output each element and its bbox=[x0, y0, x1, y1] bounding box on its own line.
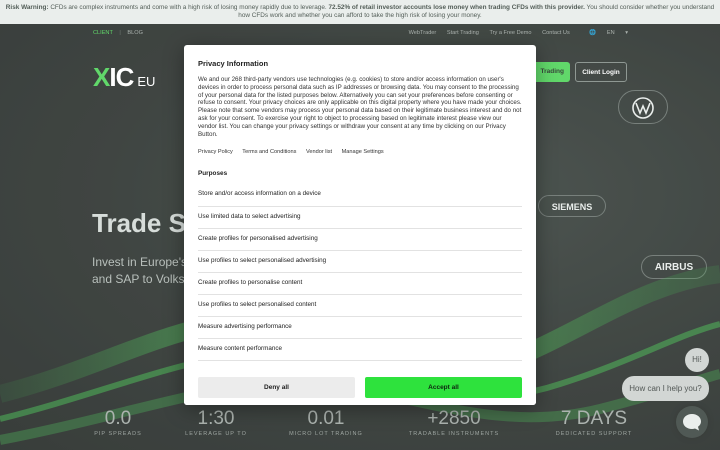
privacy-dialog-title: Privacy Information bbox=[198, 59, 269, 68]
privacy-dialog-footer: Deny all Accept all bbox=[184, 369, 536, 405]
purposes-heading: Purposes bbox=[198, 170, 228, 178]
purposes-list: Store and/or access information on a dev… bbox=[198, 187, 522, 362]
deny-all-button[interactable]: Deny all bbox=[198, 377, 355, 398]
purpose-item[interactable]: Use profiles to select personalised adve… bbox=[198, 251, 522, 274]
purpose-item[interactable]: Measure content performance bbox=[198, 339, 522, 362]
privacy-dialog-scroll-area[interactable]: Privacy Information We and our 268 third… bbox=[184, 45, 536, 369]
purpose-item[interactable]: Use limited data to select advertising bbox=[198, 207, 522, 230]
purpose-item[interactable]: Store and/or access information on a dev… bbox=[198, 187, 522, 208]
privacy-policy-link[interactable]: Privacy Policy bbox=[198, 149, 233, 155]
privacy-consent-dialog: Privacy Information We and our 268 third… bbox=[184, 45, 536, 405]
privacy-dialog-links: Privacy Policy Terms and Conditions Vend… bbox=[198, 149, 522, 155]
purpose-item[interactable]: Create profiles to personalise content bbox=[198, 273, 522, 296]
purpose-item[interactable]: Use profiles to select personalised cont… bbox=[198, 295, 522, 318]
purpose-item[interactable]: Create profiles for personalised adverti… bbox=[198, 229, 522, 252]
vendor-list-link[interactable]: Vendor list bbox=[306, 149, 332, 155]
purpose-item[interactable]: Measure advertising performance bbox=[198, 317, 522, 340]
accept-all-button[interactable]: Accept all bbox=[365, 377, 522, 398]
manage-settings-link[interactable]: Manage Settings bbox=[342, 149, 384, 155]
terms-link[interactable]: Terms and Conditions bbox=[242, 149, 296, 155]
privacy-dialog-body: We and our 268 third-party vendors use t… bbox=[198, 76, 522, 138]
